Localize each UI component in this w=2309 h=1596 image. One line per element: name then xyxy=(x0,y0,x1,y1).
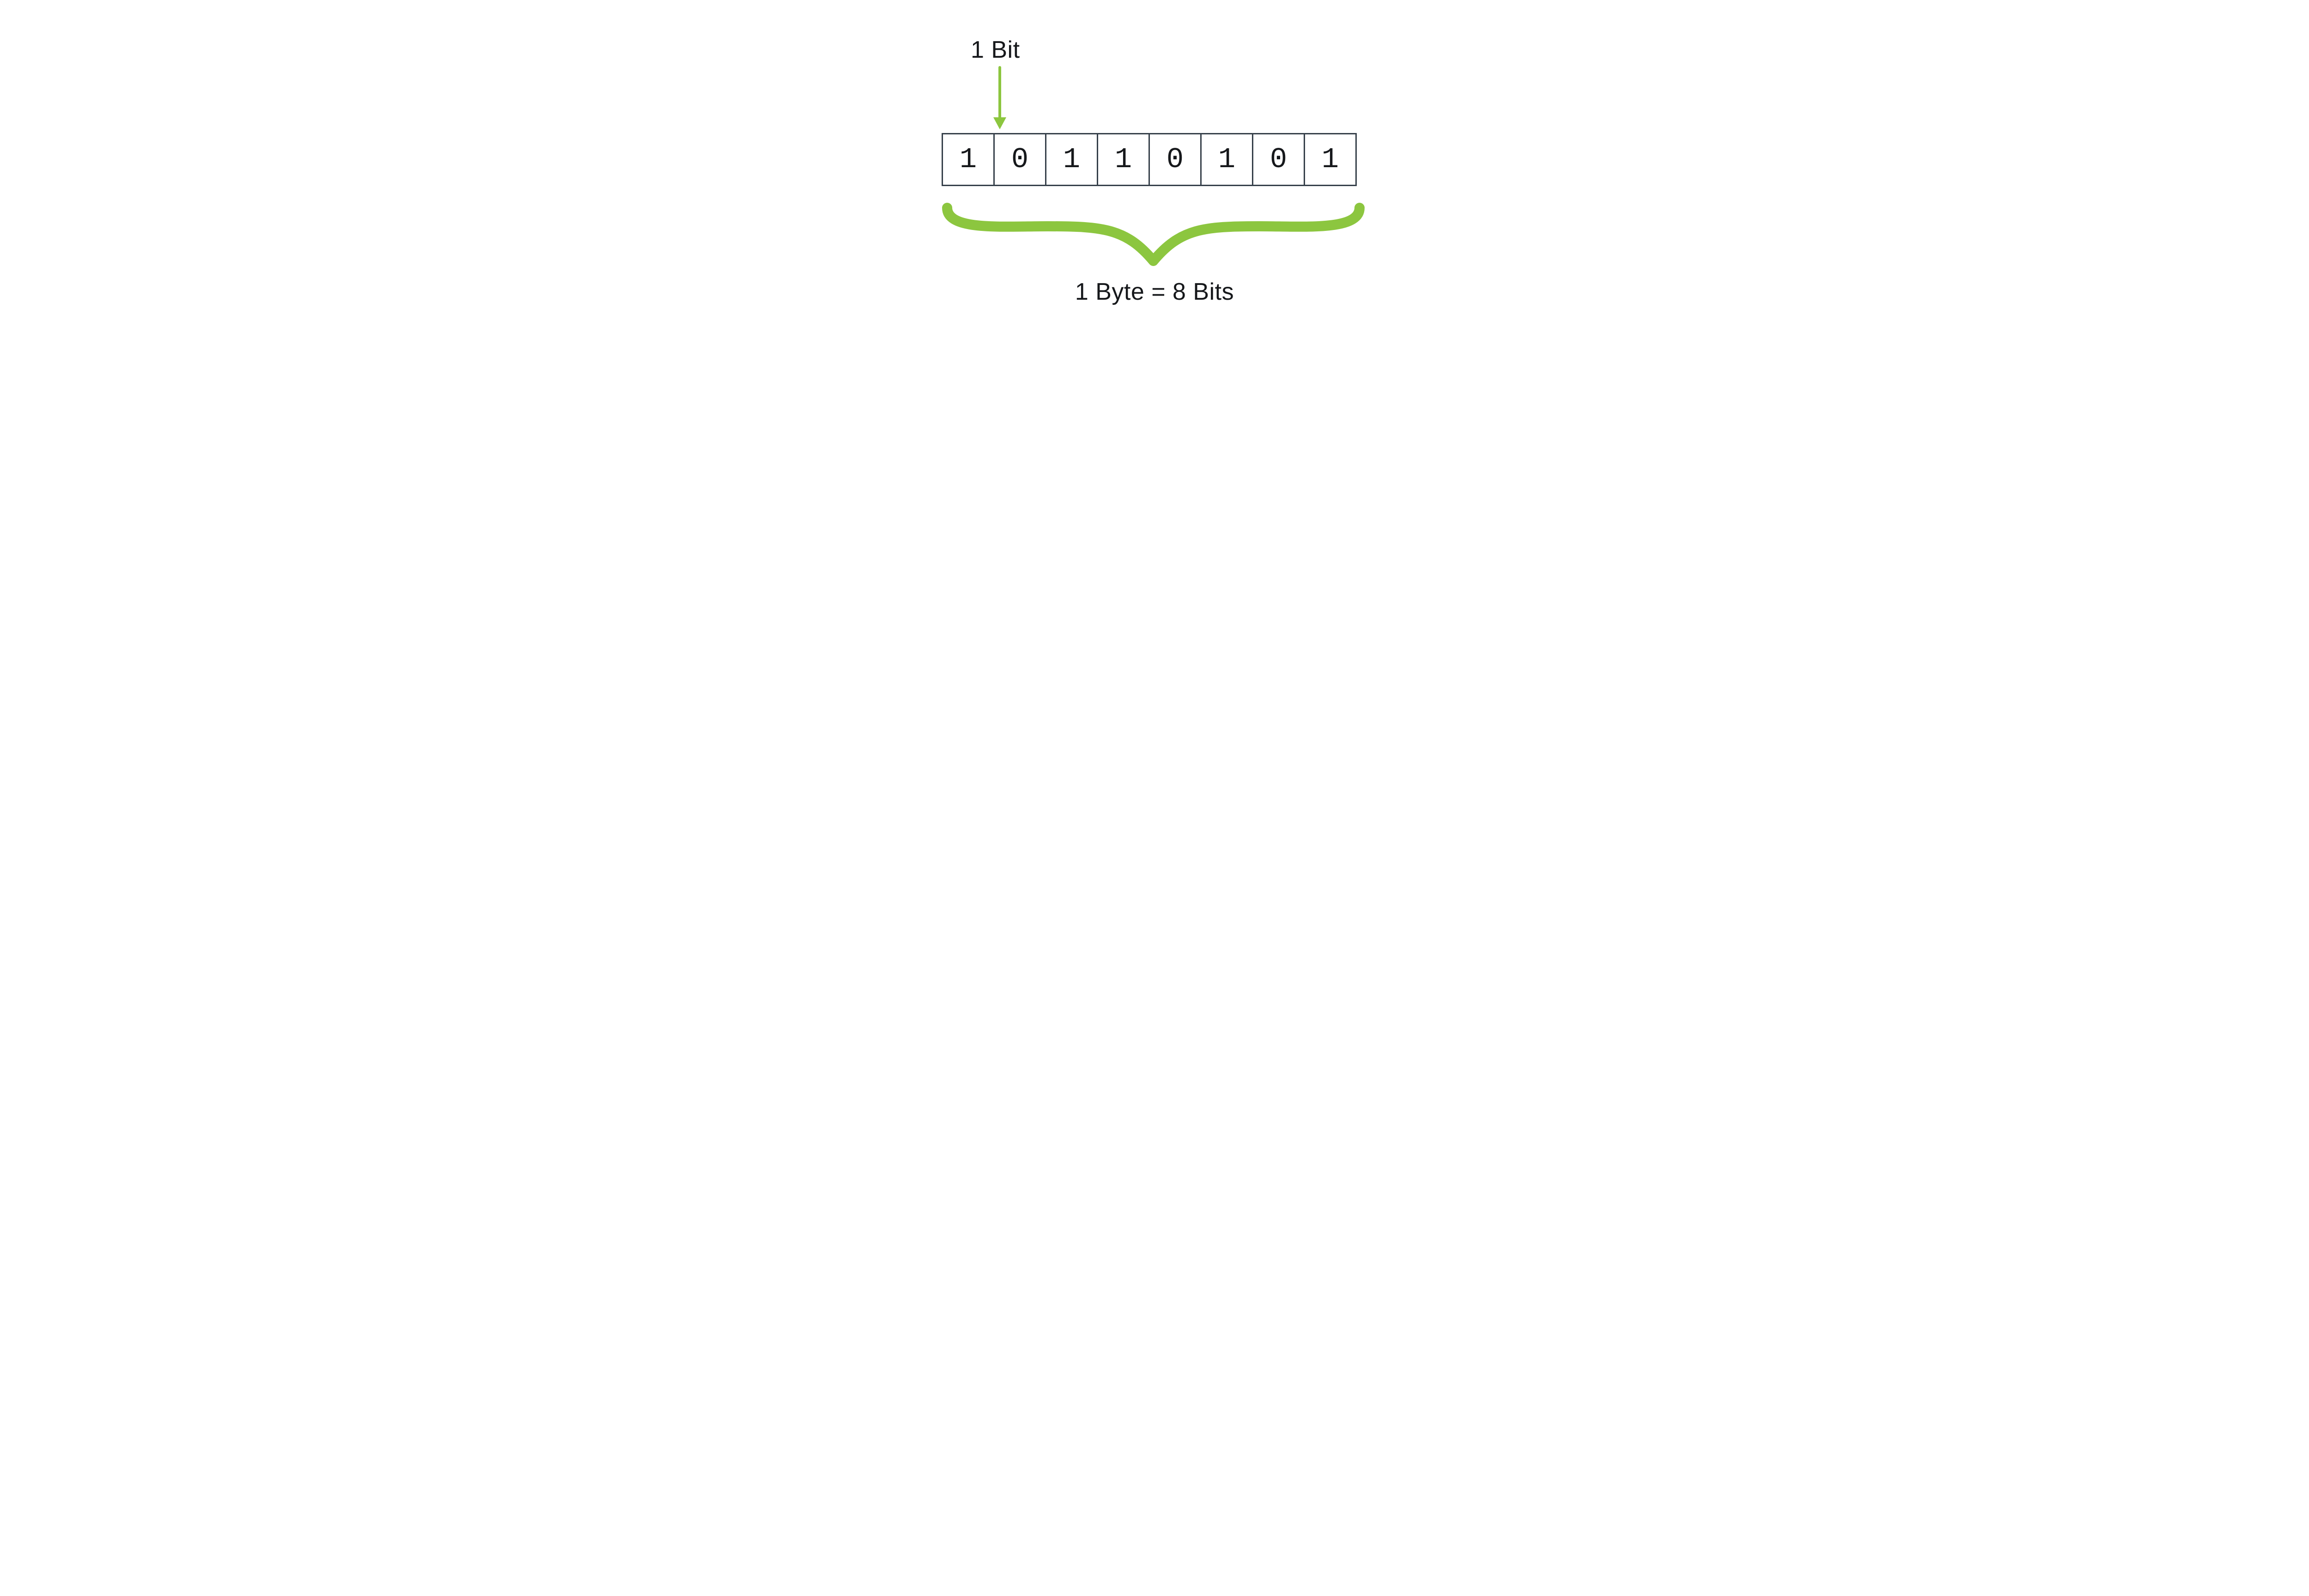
bit-cell: 0 xyxy=(993,133,1046,186)
bit-cell: 1 xyxy=(1045,133,1098,186)
diagram-stage: 1 Bit 1 0 1 1 0 1 0 1 1 Byte = 8 Bits xyxy=(800,0,1509,355)
bit-cell: 0 xyxy=(1252,133,1305,186)
byte-row: 1 0 1 1 0 1 0 1 xyxy=(942,133,1357,186)
arrow-down-icon xyxy=(991,66,1009,130)
bit-cell: 1 xyxy=(1304,133,1357,186)
bit-cell: 1 xyxy=(942,133,995,186)
byte-label: 1 Byte = 8 Bits xyxy=(800,278,1509,306)
curly-brace-icon xyxy=(942,199,1365,268)
bit-cell: 0 xyxy=(1148,133,1202,186)
bit-cell: 1 xyxy=(1097,133,1150,186)
bit-label: 1 Bit xyxy=(971,36,1020,64)
bit-cell: 1 xyxy=(1200,133,1253,186)
